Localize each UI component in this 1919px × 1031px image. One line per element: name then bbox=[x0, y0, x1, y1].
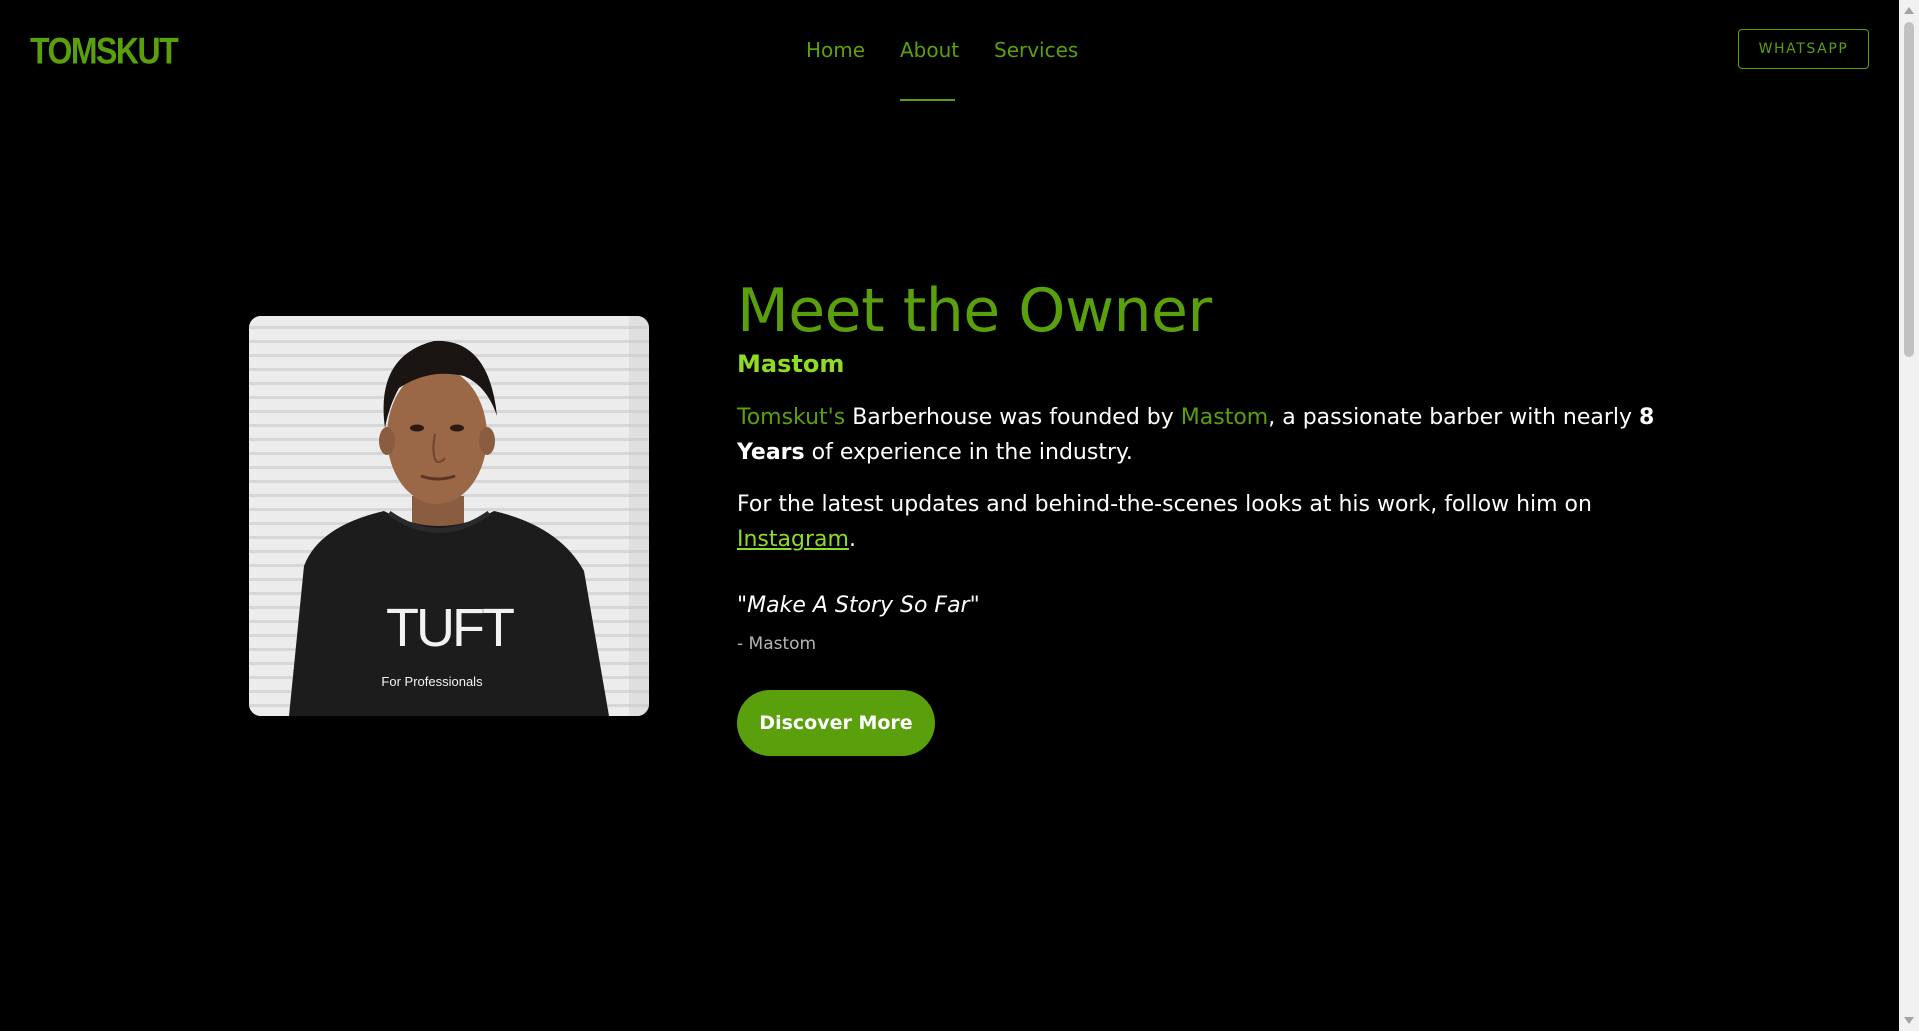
intro-text-3: of experience in the industry. bbox=[804, 440, 1133, 465]
active-nav-indicator bbox=[900, 99, 955, 101]
shirt-tagline-text: For Professionals bbox=[381, 674, 483, 689]
owner-quote: "Make A Story So Far" bbox=[737, 593, 980, 618]
nav-home[interactable]: Home bbox=[806, 38, 865, 62]
scroll-down-arrow-icon[interactable] bbox=[1904, 1017, 1914, 1024]
nav-services[interactable]: Services bbox=[994, 38, 1078, 62]
scrollbar-thumb[interactable] bbox=[1904, 22, 1914, 357]
main-nav: Home About Services bbox=[0, 38, 1895, 103]
about-page: TOMSKUT Home About Services WHATSAPP TUF… bbox=[0, 0, 1919, 1031]
owner-name-inline: Mastom bbox=[1180, 405, 1269, 430]
instagram-link[interactable]: Instagram bbox=[737, 527, 849, 552]
intro-text-2: , a passionate barber with nearly bbox=[1268, 405, 1640, 430]
follow-text: For the latest updates and behind-the-sc… bbox=[737, 492, 1592, 517]
brand-name: Tomskut's bbox=[737, 405, 846, 430]
follow-end: . bbox=[848, 527, 856, 552]
about-content: Meet the Owner Mastom Tomskut's Barberho… bbox=[737, 278, 1697, 756]
nav-about[interactable]: About bbox=[900, 38, 959, 62]
page-scrollbar[interactable] bbox=[1899, 0, 1919, 1031]
follow-paragraph: For the latest updates and behind-the-sc… bbox=[737, 487, 1697, 557]
intro-text-1: Barberhouse was founded by bbox=[845, 405, 1181, 430]
owner-intro-paragraph: Tomskut's Barberhouse was founded by Mas… bbox=[737, 400, 1697, 470]
owner-name: Mastom bbox=[737, 350, 845, 378]
quote-author: - Mastom bbox=[737, 634, 817, 654]
page-title: Meet the Owner bbox=[737, 276, 1212, 346]
scroll-up-arrow-icon[interactable] bbox=[1904, 7, 1914, 14]
shirt-brand-text: TUFT bbox=[386, 598, 514, 658]
owner-photo: TUFT For Professionals bbox=[249, 316, 649, 716]
owner-portrait-image: TUFT For Professionals bbox=[249, 316, 649, 716]
discover-more-button[interactable]: Discover More bbox=[737, 690, 935, 756]
whatsapp-button[interactable]: WHATSAPP bbox=[1738, 29, 1869, 69]
